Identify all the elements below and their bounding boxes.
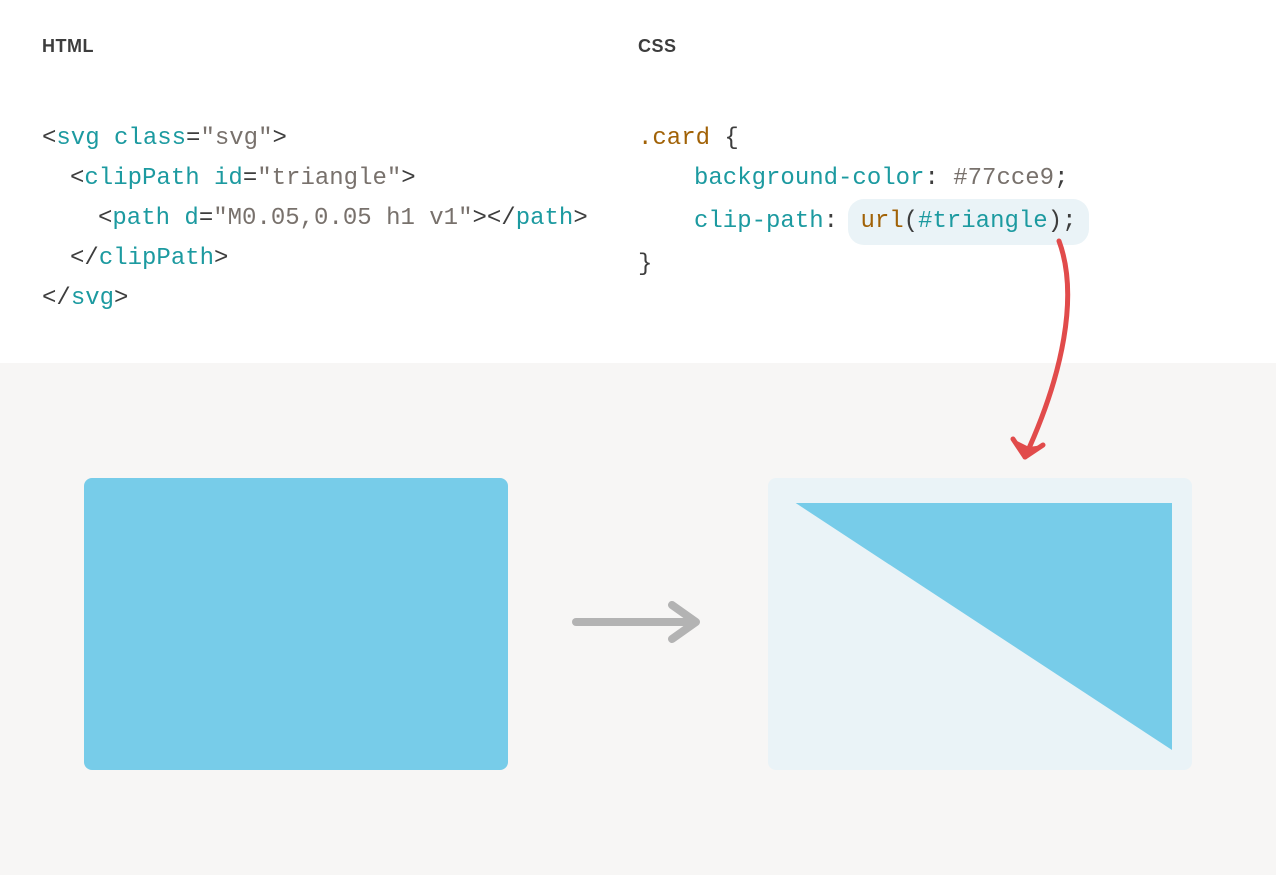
- code-line: </svg>: [42, 285, 128, 312]
- transform-arrow-icon: [568, 597, 708, 652]
- demo-section: [0, 363, 1276, 875]
- code-section: HTML <svg class="svg"> <clipPath id="tri…: [0, 0, 1276, 363]
- card-after-clipped: [788, 498, 1172, 750]
- code-line: clip-path: url(#triangle);: [638, 199, 1089, 245]
- css-heading: CSS: [638, 36, 1234, 57]
- code-line: .card {: [638, 125, 739, 152]
- code-line: <svg class="svg">: [42, 125, 287, 152]
- card-before: [84, 478, 508, 770]
- html-heading: HTML: [42, 36, 638, 57]
- code-line: <clipPath id="triangle">: [42, 159, 416, 199]
- html-column: HTML <svg class="svg"> <clipPath id="tri…: [42, 36, 638, 319]
- code-line: </clipPath>: [42, 239, 228, 279]
- code-line: }: [638, 251, 652, 278]
- url-highlight: url(#triangle);: [848, 199, 1088, 245]
- css-column: CSS .card { background-color: #77cce9; c…: [638, 36, 1234, 319]
- css-code-block: .card { background-color: #77cce9; clip-…: [638, 79, 1234, 285]
- code-line: <path d="M0.05,0.05 h1 v1"></path>: [42, 199, 588, 239]
- code-line: background-color: #77cce9;: [638, 159, 1068, 199]
- card-after-container: [768, 478, 1192, 770]
- html-code-block: <svg class="svg"> <clipPath id="triangle…: [42, 79, 638, 319]
